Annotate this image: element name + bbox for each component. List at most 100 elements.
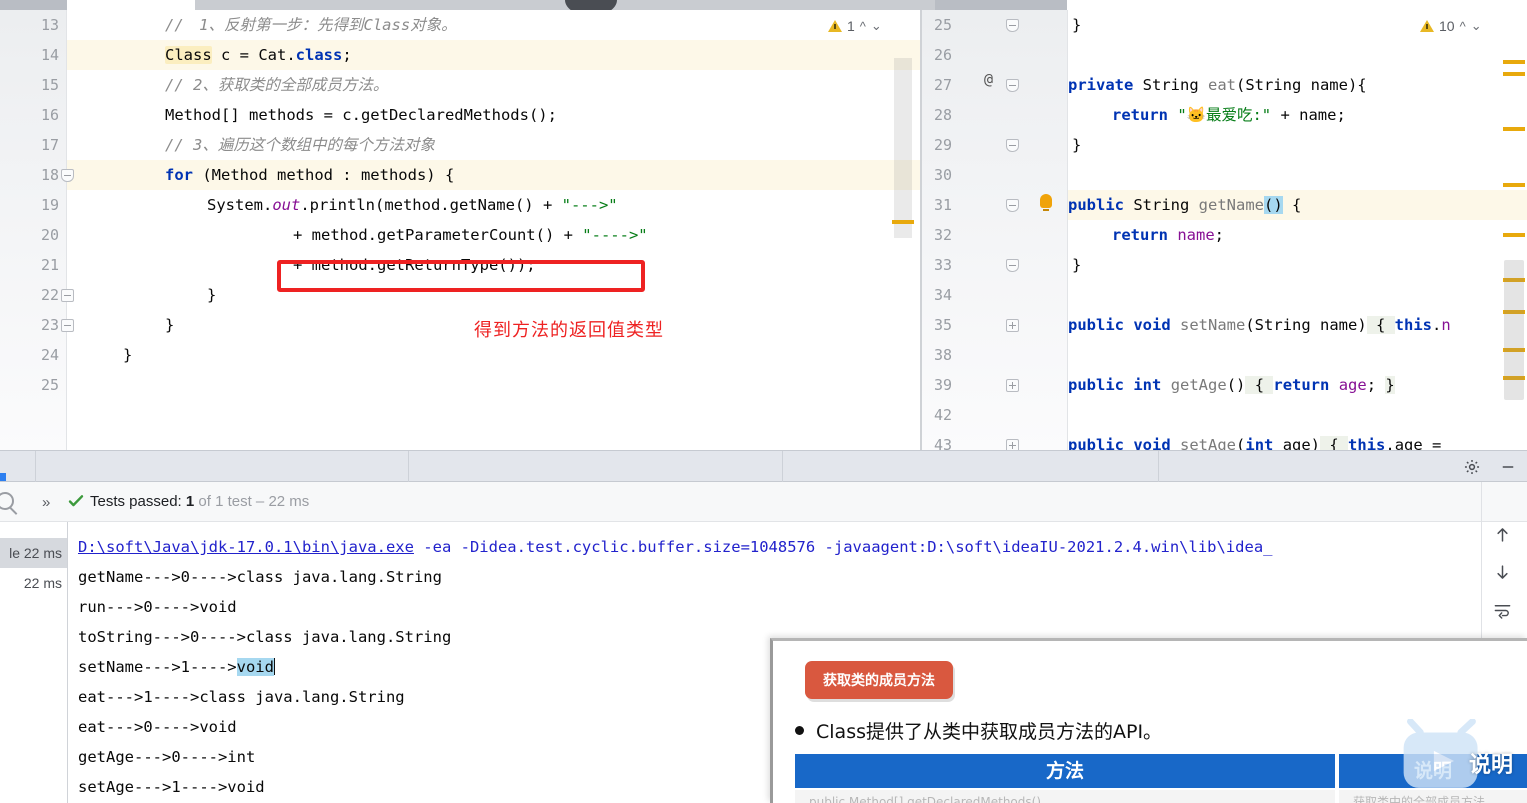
table-cell: public Method[] getDeclaredMethods() xyxy=(795,790,1335,803)
toolbar-accent-marker xyxy=(0,473,6,481)
line-number: 32 xyxy=(934,226,953,244)
console-line-prefix: setName--->1----> xyxy=(78,658,237,676)
editor-left-scrollbar-thumb[interactable] xyxy=(894,58,912,238)
line-number: 23 xyxy=(40,316,59,334)
toolbar-divider xyxy=(782,451,783,482)
command-args: -ea -Didea.test.cyclic.buffer.size=10485… xyxy=(413,538,1273,556)
fold-marker[interactable] xyxy=(1006,79,1019,92)
minimize-icon[interactable] xyxy=(1499,458,1517,476)
scroll-marker[interactable] xyxy=(1503,183,1525,187)
line-number: 34 xyxy=(934,286,953,304)
code-line: // 3、遍历这个数组中的每个方法对象 xyxy=(165,136,435,154)
warning-count: 1 xyxy=(847,18,855,34)
fold-marker-expand[interactable] xyxy=(1006,319,1019,332)
editor-right[interactable]: 25 26 27 28 29 30 31 32 33 34 35 38 39 4… xyxy=(922,10,1527,450)
line-number: 33 xyxy=(934,256,953,274)
code-line: // 1、反射第一步：先得到Class对象。 xyxy=(165,16,457,34)
fold-marker-expand[interactable] xyxy=(1006,439,1019,450)
console-selection: void xyxy=(236,658,274,676)
code-line: public String getName() { xyxy=(1068,196,1302,214)
status-suffix: of 1 test – 22 ms xyxy=(194,493,310,510)
line-number: 29 xyxy=(934,136,953,154)
expand-more-icon[interactable]: » xyxy=(42,494,50,511)
gutter-right[interactable]: 25 26 27 28 29 30 31 32 33 34 35 38 39 4… xyxy=(922,10,1068,450)
intention-bulb-icon[interactable] xyxy=(1040,194,1052,211)
test-tree-row[interactable]: 22 ms xyxy=(0,568,67,598)
status-prefix: Tests passed: xyxy=(90,493,186,510)
test-tree[interactable]: le 22 ms 22 ms xyxy=(0,522,67,803)
line-number: 15 xyxy=(40,76,59,94)
down-arrow-icon[interactable] xyxy=(1493,563,1511,581)
line-number: 25 xyxy=(40,376,59,394)
line-number: 19 xyxy=(40,196,59,214)
fold-marker-expand[interactable] xyxy=(1006,379,1019,392)
editor-right-scrollbar-thumb[interactable] xyxy=(1504,260,1524,400)
presentation-overlay: 获取类的成员方法 Class提供了从类中获取成员方法的API。 方法 说明 pu… xyxy=(770,638,1527,803)
strip-segment-a xyxy=(0,0,67,10)
code-line: } xyxy=(1072,136,1082,154)
console-line: toString--->0---->class java.lang.String xyxy=(78,628,452,646)
editor-left-warning-marker xyxy=(892,220,914,224)
line-number: 16 xyxy=(40,106,59,124)
line-number: 38 xyxy=(934,346,953,364)
slide-bullet-item: Class提供了从类中获取成员方法的API。 xyxy=(795,717,1162,744)
scroll-marker[interactable] xyxy=(1503,233,1525,237)
fold-marker[interactable] xyxy=(1006,19,1019,32)
search-icon[interactable] xyxy=(0,492,14,510)
scroll-marker[interactable] xyxy=(1503,72,1525,76)
line-number: 24 xyxy=(40,346,59,364)
status-count: 1 xyxy=(185,493,195,510)
chevron-down-icon[interactable]: ⌄ xyxy=(871,18,882,34)
code-line: } xyxy=(1072,256,1082,274)
code-content-left[interactable]: // 1、反射第一步：先得到Class对象。 Class c = Cat.cla… xyxy=(67,10,912,450)
code-line: return "🐱最爱吃:" + name; xyxy=(1112,106,1346,124)
line-number: 25 xyxy=(934,16,953,34)
fold-marker[interactable] xyxy=(1006,139,1019,152)
line-number: 30 xyxy=(934,166,953,184)
line-number: 28 xyxy=(934,106,953,124)
java-exe-link[interactable]: D:\soft\Java\jdk-17.0.1\bin\java.exe xyxy=(78,538,414,556)
console-line: setAge--->1---->void xyxy=(78,778,265,796)
code-line: System.out.println(method.getName() + "-… xyxy=(207,196,618,214)
warning-triangle-icon xyxy=(828,20,842,32)
test-duration: 22 ms xyxy=(23,545,62,561)
chevron-up-icon[interactable]: ^ xyxy=(860,19,866,34)
scroll-marker[interactable] xyxy=(1503,127,1525,131)
chevron-up-icon[interactable]: ^ xyxy=(1460,19,1466,34)
up-arrow-icon[interactable] xyxy=(1493,525,1511,543)
editor-left[interactable]: 13 14 15 16 17 18 19 20 21 22 23 24 25 /… xyxy=(0,10,920,450)
chevron-down-icon[interactable]: ⌄ xyxy=(1471,18,1482,34)
code-line: + method.getParameterCount() + "---->" xyxy=(293,226,648,244)
console-line: getAge--->0---->int xyxy=(78,748,256,766)
line-number: 13 xyxy=(40,16,59,34)
code-line: public void setName(String name) { this.… xyxy=(1068,316,1451,334)
fold-marker[interactable] xyxy=(1006,259,1019,272)
line-number: 17 xyxy=(40,136,59,154)
code-line: for (Method method : methods) { xyxy=(165,166,455,184)
scroll-marker[interactable] xyxy=(1503,60,1525,64)
console-line: eat--->1---->class java.lang.String xyxy=(78,688,405,706)
console-line-selected: setName--->1---->void xyxy=(78,652,276,682)
code-line: // 2、获取类的全部成员方法。 xyxy=(165,76,389,94)
line-number: 27 xyxy=(934,76,953,94)
table-header-method: 方法 xyxy=(795,754,1335,788)
code-line: return name; xyxy=(1112,226,1225,244)
gear-icon[interactable] xyxy=(1463,458,1481,476)
line-number: 20 xyxy=(40,226,59,244)
line-number: 43 xyxy=(934,436,953,450)
soft-wrap-icon[interactable] xyxy=(1493,601,1511,619)
strip-segment-d xyxy=(935,0,1067,10)
code-line: Method[] methods = c.getDeclaredMethods(… xyxy=(165,106,557,124)
line-number: 26 xyxy=(934,46,953,64)
inspection-widget-right[interactable]: 10 ^ ⌄ xyxy=(1420,18,1482,34)
test-tree-row[interactable]: le 22 ms xyxy=(0,538,67,568)
fold-marker[interactable] xyxy=(1006,199,1019,212)
watermark-label: 说明 xyxy=(1468,753,1513,778)
code-line: } xyxy=(207,286,217,304)
inspection-widget-left[interactable]: 1 ^ ⌄ xyxy=(828,18,882,34)
gutter-left[interactable]: 13 14 15 16 17 18 19 20 21 22 23 24 25 xyxy=(0,10,67,450)
success-check-icon xyxy=(68,493,84,509)
code-content-right[interactable]: } private String eat(String name){ retur… xyxy=(1068,10,1527,450)
slide-title-badge: 获取类的成员方法 xyxy=(805,661,953,699)
code-line: Class c = Cat.class; xyxy=(165,46,352,64)
